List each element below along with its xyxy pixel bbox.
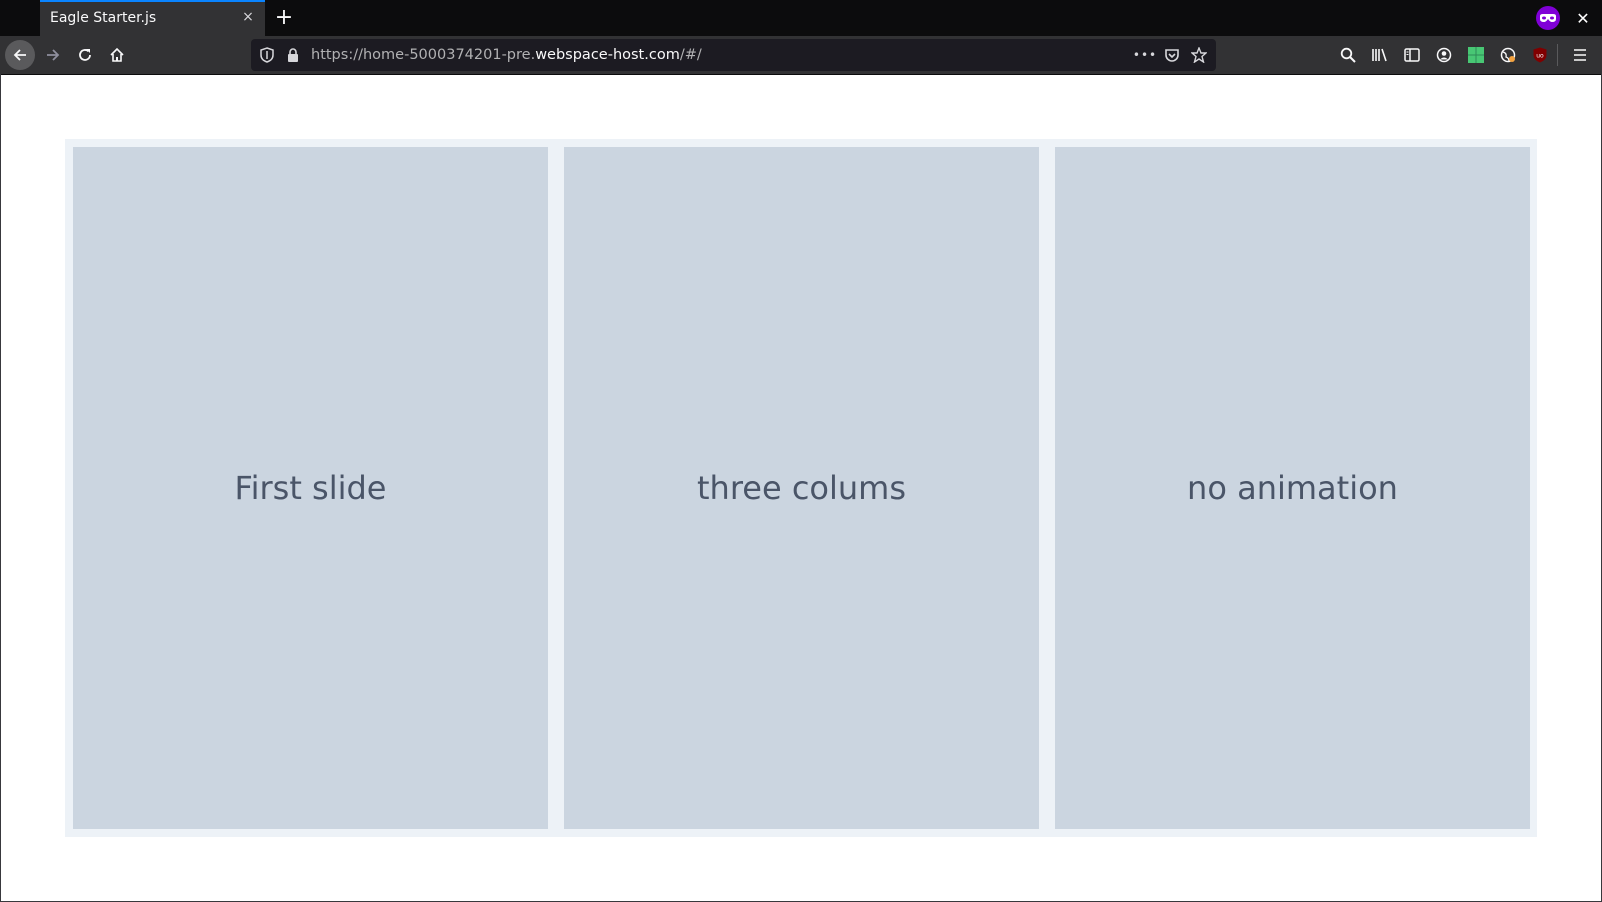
back-arrow-icon [13, 49, 26, 61]
sidebar-icon[interactable] [1402, 45, 1422, 65]
window-frame-left [0, 74, 1, 902]
tab-eagle-starter[interactable]: Eagle Starter.js × [40, 0, 265, 36]
lock-icon[interactable] [283, 45, 303, 65]
slide-label: three colums [696, 469, 906, 507]
ublock-origin-icon[interactable]: uo [1530, 45, 1550, 65]
slide-3[interactable]: no animation [1055, 147, 1530, 829]
green-grid-extension-icon[interactable] [1466, 45, 1486, 65]
page-actions-ellipsis-icon[interactable]: ••• [1133, 45, 1157, 65]
navigation-toolbar: https://home-5000374201-pre.webspace-hos… [0, 36, 1602, 75]
hamburger-menu-icon[interactable] [1570, 45, 1590, 65]
tab-title: Eagle Starter.js [50, 10, 157, 26]
slide-1[interactable]: First slide [73, 147, 548, 829]
reload-button[interactable] [70, 40, 100, 70]
slide-2[interactable]: three colums [564, 147, 1039, 829]
url-host: webspace-host.com [535, 47, 680, 63]
slide-label: First slide [234, 469, 387, 507]
bookmark-star-icon[interactable] [1189, 45, 1209, 65]
account-icon[interactable] [1434, 45, 1454, 65]
globe-extension-icon[interactable] [1498, 45, 1518, 65]
window-close-button[interactable]: ✕ [1572, 6, 1594, 30]
home-button[interactable] [102, 40, 132, 70]
url-prefix: https://home-5000374201-pre. [311, 47, 536, 63]
search-icon[interactable] [1338, 45, 1358, 65]
url-bar[interactable]: https://home-5000374201-pre.webspace-hos… [251, 39, 1216, 71]
slide-label: no animation [1187, 469, 1398, 507]
private-browsing-mask-icon [1536, 6, 1560, 30]
reload-icon [79, 49, 91, 61]
home-icon [110, 47, 124, 62]
svg-text:uo: uo [1536, 53, 1544, 60]
library-icon[interactable] [1370, 45, 1390, 65]
forward-button[interactable] [38, 40, 68, 70]
url-text: https://home-5000374201-pre.webspace-hos… [311, 47, 702, 63]
tab-strip: Eagle Starter.js × + ✕ [0, 0, 1602, 36]
back-button[interactable] [5, 40, 35, 70]
new-tab-button[interactable]: + [272, 5, 296, 30]
toolbar-separator [1557, 44, 1558, 66]
close-tab-icon[interactable]: × [239, 8, 257, 26]
url-suffix: /#/ [679, 47, 702, 63]
pocket-icon[interactable] [1162, 45, 1182, 65]
forward-arrow-icon [47, 49, 60, 61]
tracking-protection-shield-icon[interactable] [257, 45, 277, 65]
slider[interactable]: First slide three colums no animation [65, 139, 1537, 837]
